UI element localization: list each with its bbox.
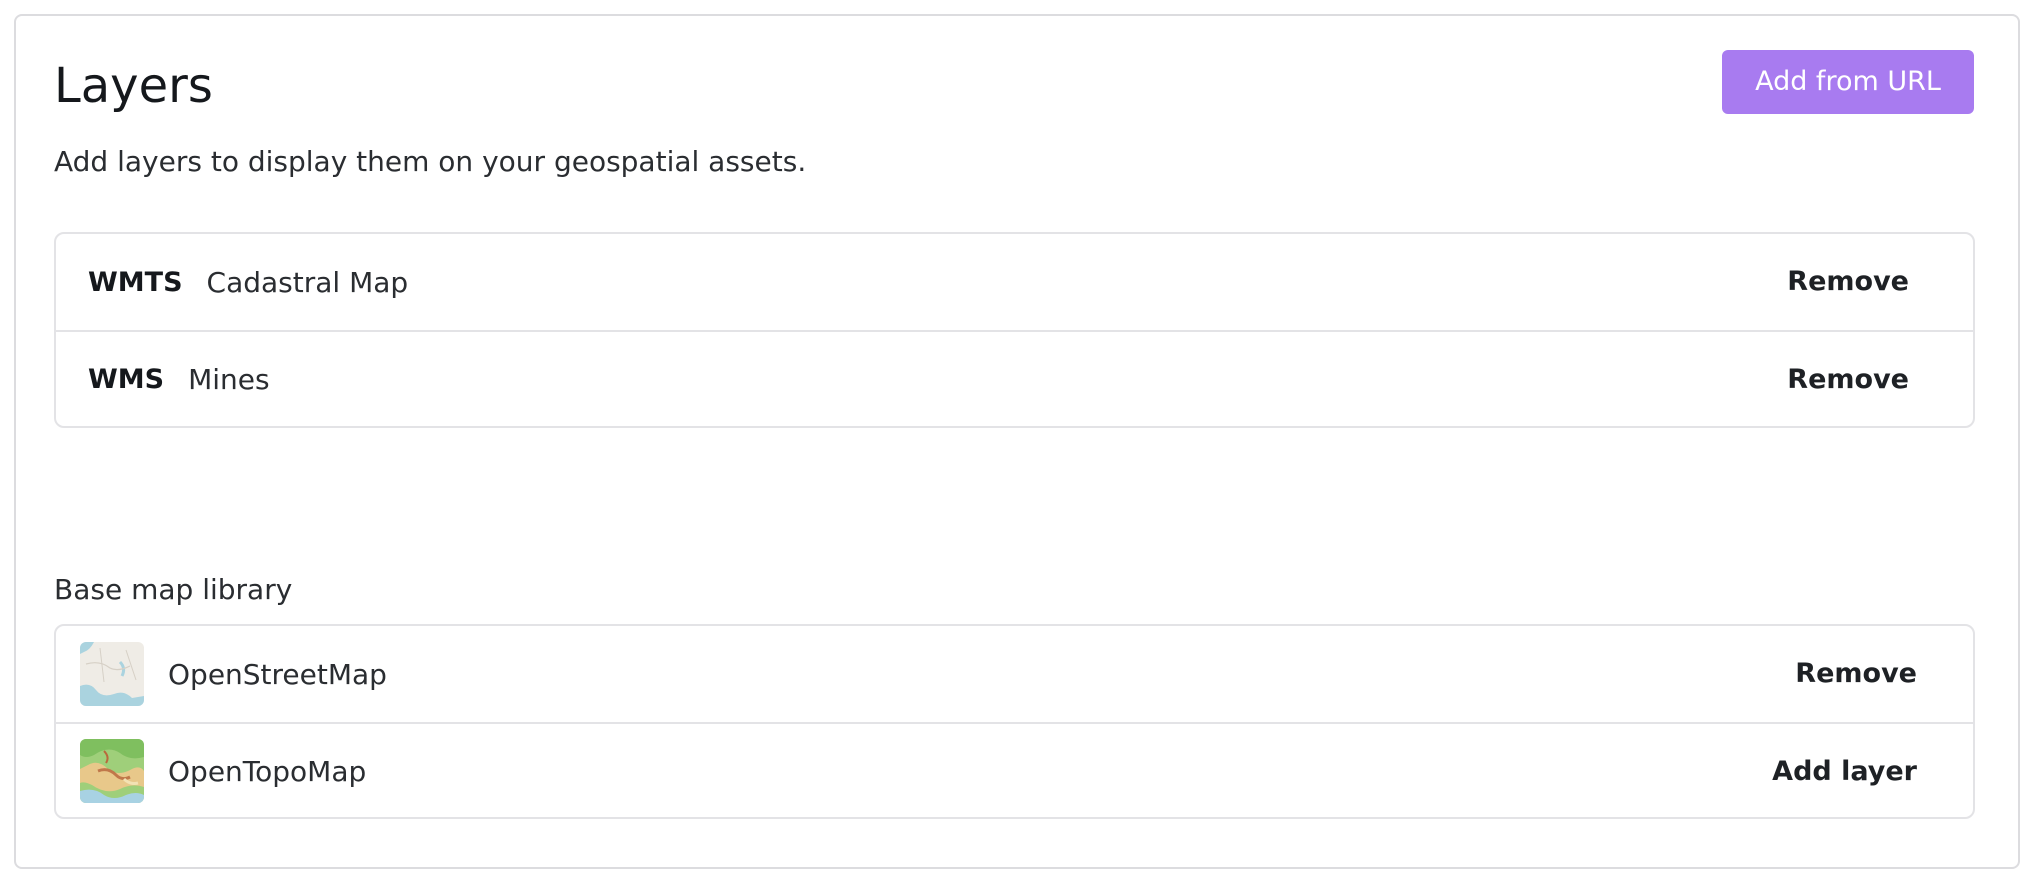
page-title: Layers (54, 58, 213, 114)
base-map-name: OpenStreetMap (168, 657, 387, 691)
remove-base-map-button[interactable]: Remove (1795, 626, 1917, 722)
page-subtitle: Add layers to display them on your geosp… (54, 145, 807, 178)
layer-type: WMTS (88, 266, 183, 298)
layers-list: WMTS Cadastral Map Remove WMS Mines Remo… (54, 232, 1975, 428)
add-from-url-button[interactable]: Add from URL (1722, 50, 1974, 114)
base-map-name: OpenTopoMap (168, 754, 367, 788)
layer-row: WMS Mines Remove (56, 330, 1973, 426)
layer-name: Cadastral Map (206, 265, 409, 299)
layer-row: WMTS Cadastral Map Remove (56, 234, 1973, 330)
remove-layer-button[interactable]: Remove (1787, 234, 1909, 330)
opentopomap-thumbnail (80, 739, 144, 803)
remove-layer-button[interactable]: Remove (1787, 332, 1909, 426)
base-map-row: OpenTopoMap Add layer (56, 722, 1973, 817)
layer-name: Mines (188, 362, 270, 396)
base-map-library-label: Base map library (54, 573, 293, 606)
openstreetmap-thumbnail (80, 642, 144, 706)
base-map-list: OpenStreetMap Remove OpenTopoMap Add lay… (54, 624, 1975, 819)
add-base-map-button[interactable]: Add layer (1772, 724, 1917, 817)
base-map-row: OpenStreetMap Remove (56, 626, 1973, 722)
layer-type: WMS (88, 363, 165, 395)
